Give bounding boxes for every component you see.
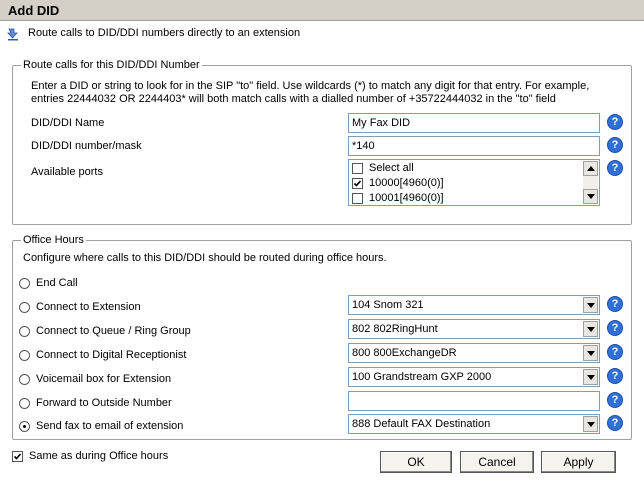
- same-as-office-hours-label: Same as during Office hours: [29, 450, 169, 462]
- help-icon[interactable]: ?: [607, 415, 623, 431]
- radio-button[interactable]: [19, 326, 30, 337]
- port-item-label: 10001[4960(0)]: [369, 192, 444, 204]
- chevron-down-icon: [587, 327, 595, 332]
- cancel-button[interactable]: Cancel: [460, 451, 534, 473]
- route-calls-description: Enter a DID or string to look for in the…: [31, 80, 590, 105]
- checkbox[interactable]: [352, 193, 363, 204]
- radio-dot: [23, 425, 26, 428]
- option-label: Voicemail box for Extension: [36, 373, 172, 385]
- apply-button[interactable]: Apply: [541, 451, 616, 473]
- chevron-down-icon: [587, 303, 595, 308]
- dropdown-button[interactable]: [583, 297, 598, 313]
- ok-button[interactable]: OK: [380, 451, 452, 473]
- checkmark-icon: [13, 453, 22, 460]
- help-icon[interactable]: ?: [607, 320, 623, 336]
- help-icon[interactable]: ?: [607, 137, 623, 153]
- option-label: End Call: [36, 277, 78, 289]
- route-calls-group: Route calls for this DID/DDI Number Ente…: [12, 59, 632, 225]
- radio-button[interactable]: [19, 398, 30, 409]
- select-value: 100 Grandstream GXP 2000: [352, 371, 492, 383]
- window-title: Add DID: [8, 3, 60, 18]
- chevron-down-icon: [587, 375, 595, 380]
- fax-extension-select[interactable]: 888 Default FAX Destination: [348, 414, 600, 434]
- page-subtitle: Route calls to DID/DDI numbers directly …: [28, 27, 301, 39]
- available-ports-label: Available ports: [31, 166, 103, 178]
- help-icon[interactable]: ?: [607, 296, 623, 312]
- office-hours-group: Office Hours Configure where calls to th…: [12, 234, 632, 440]
- port-item-label: Select all: [369, 162, 414, 174]
- window-titlebar: Add DID: [0, 0, 644, 21]
- route-arrow-icon: [6, 27, 20, 41]
- option-label: Forward to Outside Number: [36, 397, 172, 409]
- did-mask-input[interactable]: [348, 136, 600, 156]
- did-name-label: DID/DDI Name: [31, 117, 105, 129]
- option-label: Connect to Queue / Ring Group: [36, 325, 191, 337]
- scroll-down-button[interactable]: [583, 189, 598, 204]
- arrow-up-icon: [587, 166, 595, 171]
- dropdown-button[interactable]: [583, 321, 598, 337]
- option-label: Connect to Extension: [36, 301, 141, 313]
- chevron-down-icon: [587, 422, 595, 427]
- dropdown-button[interactable]: [583, 345, 598, 361]
- radio-button-selected[interactable]: [19, 421, 30, 432]
- checkbox[interactable]: [352, 163, 363, 174]
- office-hours-description: Configure where calls to this DID/DDI sh…: [23, 252, 387, 264]
- arrow-down-icon: [587, 194, 595, 199]
- radio-button[interactable]: [19, 350, 30, 361]
- receptionist-select[interactable]: 800 800ExchangeDR: [348, 343, 600, 363]
- checkbox-checked[interactable]: [12, 451, 23, 462]
- outside-number-input[interactable]: [348, 391, 600, 411]
- help-icon[interactable]: ?: [607, 160, 623, 176]
- select-value: 104 Snom 321: [352, 299, 424, 311]
- did-name-input[interactable]: [348, 113, 600, 133]
- radio-button[interactable]: [19, 302, 30, 313]
- route-calls-legend: Route calls for this DID/DDI Number: [21, 59, 202, 71]
- extension-select[interactable]: 104 Snom 321: [348, 295, 600, 315]
- available-ports-list[interactable]: Select all 10000[4960(0)] 10001[4960(0)]: [348, 159, 600, 206]
- help-icon[interactable]: ?: [607, 114, 623, 130]
- option-label: Send fax to email of extension: [36, 420, 184, 432]
- port-item-label: 10000[4960(0)]: [369, 177, 444, 189]
- voicemail-select[interactable]: 100 Grandstream GXP 2000: [348, 367, 600, 387]
- radio-button[interactable]: [19, 278, 30, 289]
- help-icon[interactable]: ?: [607, 344, 623, 360]
- select-value: 800 800ExchangeDR: [352, 347, 457, 359]
- ports-scrollbar[interactable]: [583, 161, 598, 204]
- office-hours-legend: Office Hours: [21, 234, 86, 246]
- option-label: Connect to Digital Receptionist: [36, 349, 187, 361]
- did-mask-label: DID/DDI number/mask: [31, 140, 142, 152]
- select-value: 888 Default FAX Destination: [352, 418, 491, 430]
- radio-button[interactable]: [19, 374, 30, 385]
- checkmark-icon: [353, 180, 362, 187]
- help-icon[interactable]: ?: [607, 392, 623, 408]
- help-icon[interactable]: ?: [607, 368, 623, 384]
- select-value: 802 802RingHunt: [352, 323, 438, 335]
- dropdown-button[interactable]: [583, 416, 598, 432]
- scroll-up-button[interactable]: [583, 161, 598, 176]
- dropdown-button[interactable]: [583, 369, 598, 385]
- queue-select[interactable]: 802 802RingHunt: [348, 319, 600, 339]
- chevron-down-icon: [587, 351, 595, 356]
- checkbox-checked[interactable]: [352, 178, 363, 189]
